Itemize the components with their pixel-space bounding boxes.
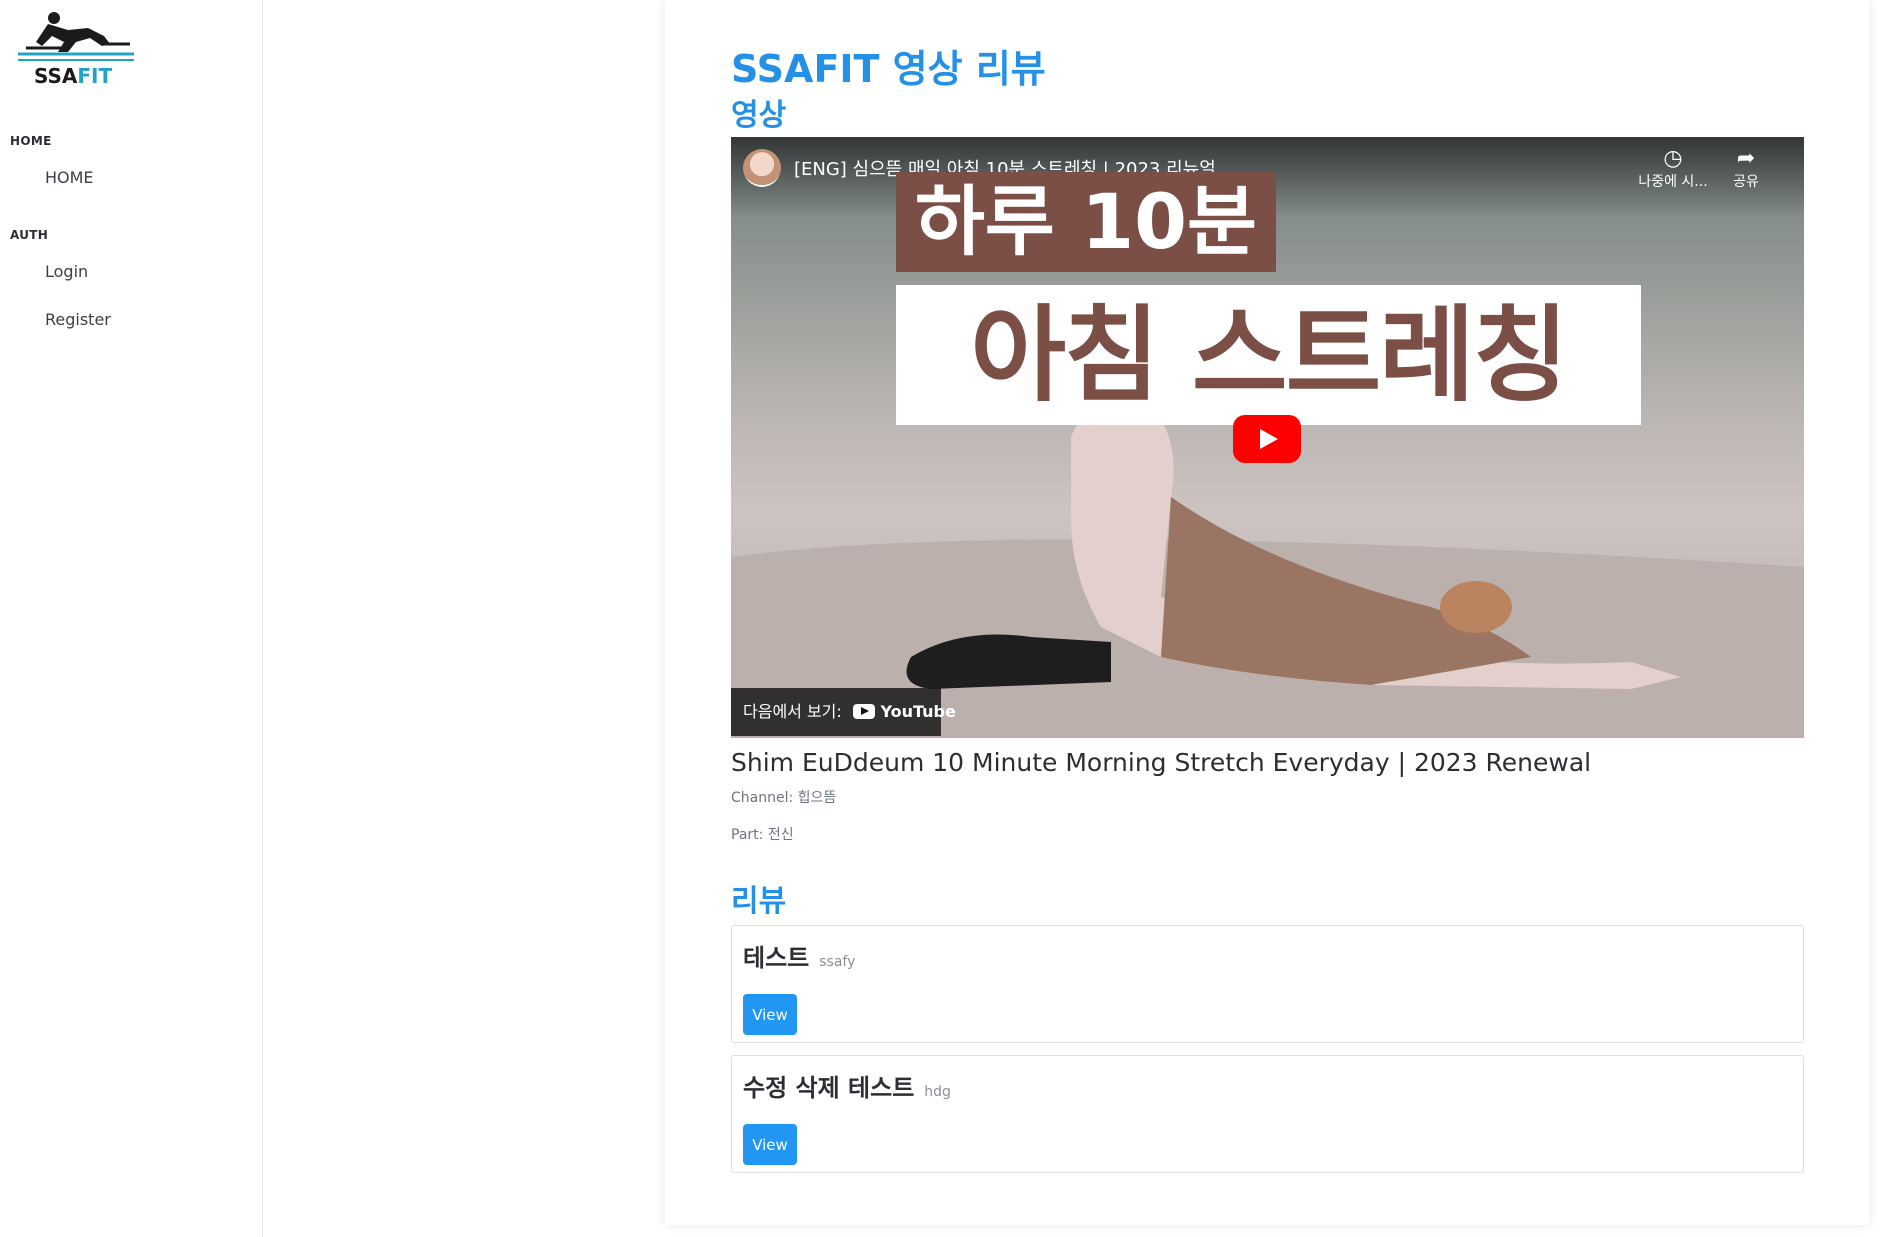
nav-link-register[interactable]: Register <box>45 310 111 329</box>
thumbnail-text-line1: 하루 10분 <box>896 172 1276 272</box>
video-heading: 영상 <box>731 98 787 133</box>
review-title: 테스트 ssafy <box>743 944 856 972</box>
video-channel: Channel: 힙으뜸 <box>731 790 837 806</box>
nav-link-login[interactable]: Login <box>45 262 88 281</box>
nav-heading-auth: AUTH <box>10 228 49 242</box>
thumbnail-text-line2: 아침 스트레칭 <box>896 285 1641 425</box>
video-player[interactable]: [ENG] 심으뜸 매일 아침 10분 스트레칭 | 2023 리뉴얼 ◷ 나중… <box>731 137 1804 738</box>
review-heading: 리뷰 <box>731 884 787 919</box>
ssafit-logo[interactable]: SSAFIT <box>18 8 134 88</box>
video-part: Part: 전신 <box>731 827 794 843</box>
review-card: 테스트 ssafy View <box>731 925 1804 1043</box>
youtube-play-icon <box>852 704 875 719</box>
youtube-logo: YouTube <box>852 688 956 736</box>
channel-avatar[interactable] <box>743 149 781 187</box>
logo-text: SSAFIT <box>34 64 113 88</box>
share-button[interactable]: ➦ 공유 <box>1716 147 1776 191</box>
watch-later-label: 나중에 시... <box>1638 174 1708 190</box>
view-review-button[interactable]: View <box>743 994 797 1035</box>
review-user: hdg <box>924 1084 951 1100</box>
share-label: 공유 <box>1733 174 1759 190</box>
nav-link-home[interactable]: HOME <box>45 168 94 187</box>
watch-later-button[interactable]: ◷ 나중에 시... <box>1633 147 1713 191</box>
watch-on-youtube-button[interactable]: 다음에서 보기: YouTube <box>731 688 956 736</box>
nav-heading-home: HOME <box>10 134 52 148</box>
view-review-button[interactable]: View <box>743 1124 797 1165</box>
play-button[interactable] <box>1233 415 1301 463</box>
review-card: 수정 삭제 테스트 hdg View <box>731 1055 1804 1173</box>
page-title: SSAFIT 영상 리뷰 <box>731 47 1046 91</box>
share-icon: ➦ <box>1736 146 1756 171</box>
clock-icon: ◷ <box>1663 146 1683 171</box>
review-title: 수정 삭제 테스트 hdg <box>743 1074 951 1102</box>
video-name: Shim EuDdeum 10 Minute Morning Stretch E… <box>731 748 1592 777</box>
review-user: ssafy <box>819 954 856 970</box>
watch-on-label: 다음에서 보기: <box>743 702 842 721</box>
sidebar: SSAFIT HOME HOME AUTH Login Register <box>0 0 263 1237</box>
